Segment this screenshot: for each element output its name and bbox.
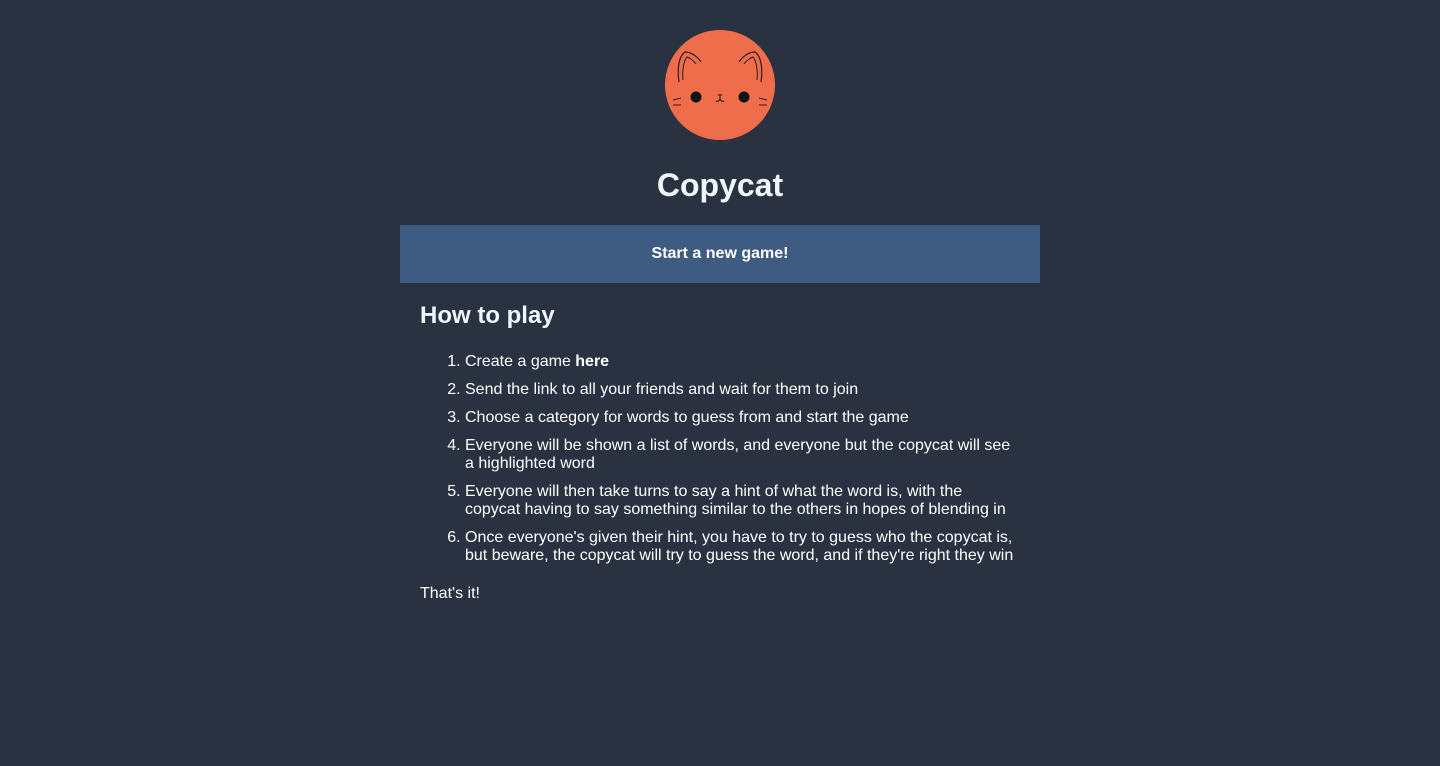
list-item: Send the link to all your friends and wa… <box>465 381 1020 399</box>
cat-face-icon <box>665 30 775 140</box>
create-game-link[interactable]: here <box>575 353 609 370</box>
step-text: Choose a category for words to guess fro… <box>465 409 909 426</box>
step-text: Once everyone's given their hint, you ha… <box>465 529 1014 564</box>
step-text: Everyone will then take turns to say a h… <box>465 483 1006 518</box>
step-text: Create a game <box>465 353 576 370</box>
list-item: Everyone will then take turns to say a h… <box>465 483 1020 519</box>
app-title: Copycat <box>656 167 784 203</box>
steps-list: Create a game here Send the link to all … <box>420 353 1020 565</box>
list-item: Choose a category for words to guess fro… <box>465 409 1020 427</box>
outro-text: That's it! <box>420 585 480 602</box>
logo-svg <box>665 30 775 140</box>
step-text: Everyone will be shown a list of words, … <box>465 437 1011 472</box>
list-item: Everyone will be shown a list of words, … <box>465 437 1020 473</box>
start-new-game-button[interactable]: Start a new game! <box>400 225 1040 283</box>
how-to-play-section: How to play Create a game here Send the … <box>420 297 1020 603</box>
step-text: Send the link to all your friends and wa… <box>465 381 859 398</box>
how-to-play-heading: How to play <box>420 302 555 329</box>
list-item: Create a game here <box>465 353 1020 371</box>
page: Copycat Start a new game! How to play Cr… <box>0 0 1440 766</box>
list-item: Once everyone's given their hint, you ha… <box>465 529 1020 565</box>
